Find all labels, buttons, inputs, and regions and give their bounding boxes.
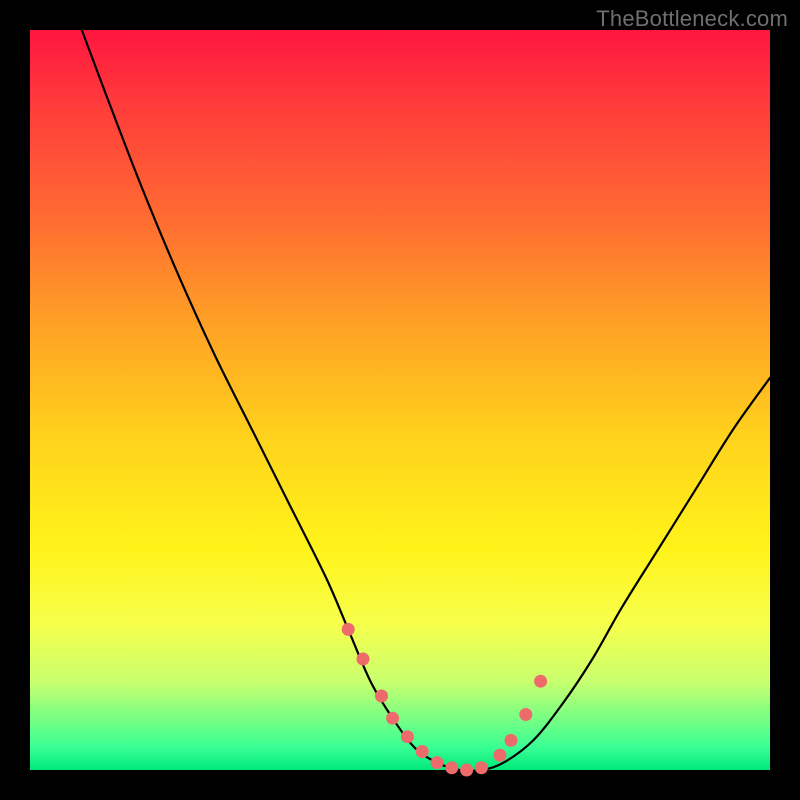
curve-svg [30, 30, 770, 770]
marker-dot [375, 690, 388, 703]
marker-dot [493, 749, 506, 762]
marker-dot [386, 712, 399, 725]
marker-dot [534, 675, 547, 688]
marker-dot [342, 623, 355, 636]
plot-area [30, 30, 770, 770]
marker-dot [460, 764, 473, 777]
watermark-text: TheBottleneck.com [596, 6, 788, 32]
marker-dot [357, 653, 370, 666]
marker-dot [505, 734, 518, 747]
marker-dot [416, 745, 429, 758]
marker-dot [519, 708, 532, 721]
marker-dot [401, 730, 414, 743]
marker-dot [431, 756, 444, 769]
chart-frame: TheBottleneck.com [0, 0, 800, 800]
marker-dot [445, 761, 458, 774]
marker-dot [475, 761, 488, 774]
bottleneck-curve [82, 30, 770, 771]
